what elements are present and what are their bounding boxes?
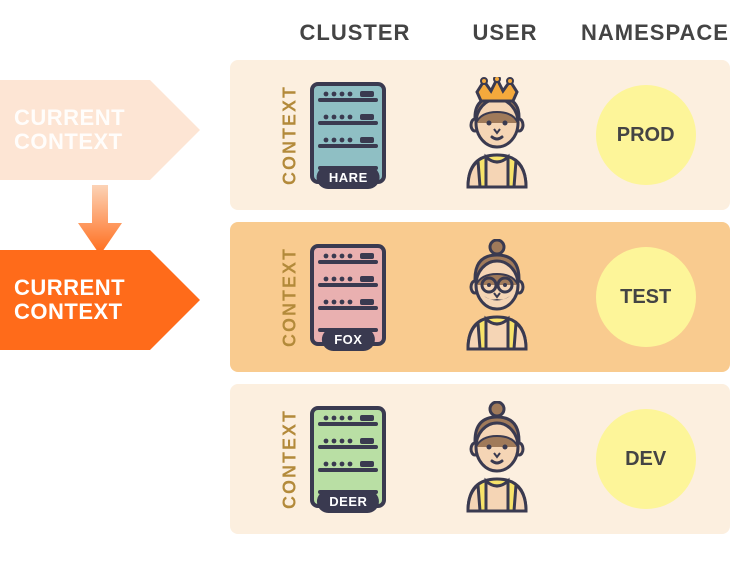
cluster-cell: FOX [274, 240, 423, 355]
header-cluster: CLUSTER [280, 20, 430, 46]
namespace-cell: TEST [571, 247, 720, 347]
header-namespace: NAMESPACE [580, 20, 730, 46]
previous-context-label: CURRENT CONTEXT [14, 106, 125, 154]
row-content: HARE PROD [274, 77, 720, 194]
context-row: CONTEXT DEER DEV [230, 384, 730, 534]
cluster-name-badge: HARE [317, 166, 380, 189]
user-cell [423, 239, 572, 356]
user-cell [423, 77, 572, 194]
cluster-cell: DEER [274, 402, 423, 517]
namespace-cell: PROD [571, 85, 720, 185]
column-headers: CLUSTER USER NAMESPACE [280, 20, 730, 46]
current-context-pointer: CURRENT CONTEXT [0, 250, 200, 350]
row-content: DEER DEV [274, 401, 720, 518]
user-avatar-icon [450, 401, 544, 518]
user-avatar-icon [450, 239, 544, 356]
arrow-down-icon [78, 185, 122, 255]
context-row: CONTEXT HARE PROD [230, 60, 730, 210]
cluster-cell: HARE [274, 78, 423, 193]
header-user: USER [430, 20, 580, 46]
user-avatar-icon [450, 77, 544, 194]
context-row: CONTEXT FOX TEST [230, 222, 730, 372]
cluster-name-badge: FOX [322, 328, 374, 351]
current-context-label: CURRENT CONTEXT [14, 276, 125, 324]
row-content: FOX TEST [274, 239, 720, 356]
previous-context-pointer: CURRENT CONTEXT [0, 80, 200, 180]
namespace-badge: PROD [596, 85, 696, 185]
user-cell [423, 401, 572, 518]
cluster-name-badge: DEER [317, 490, 379, 513]
namespace-cell: DEV [571, 409, 720, 509]
namespace-badge: TEST [596, 247, 696, 347]
context-rows: CONTEXT HARE PROD CONTEXT [230, 60, 730, 534]
namespace-badge: DEV [596, 409, 696, 509]
transition-arrow [78, 185, 122, 255]
